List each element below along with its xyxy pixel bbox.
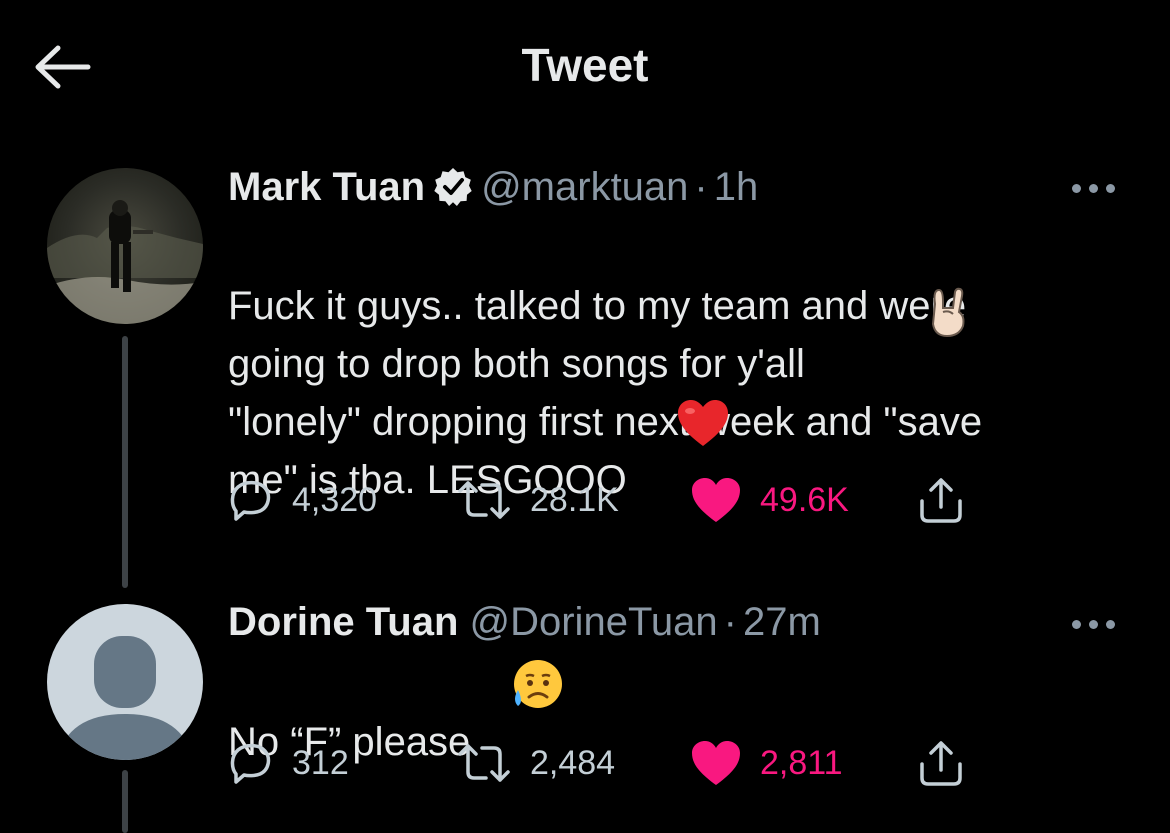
author-handle[interactable]: @marktuan	[481, 165, 688, 209]
author-handle[interactable]: @DorineTuan	[470, 600, 718, 644]
author-name[interactable]: Dorine Tuan	[228, 600, 458, 644]
retweet-icon	[458, 481, 510, 519]
tweet-timestamp[interactable]: 27m	[743, 600, 821, 644]
retweet-count: 28.1K	[530, 480, 619, 519]
more-dots-icon	[1072, 620, 1081, 629]
profile-photo	[47, 200, 203, 324]
tweet-header: Mark Tuan @marktuan · 1h	[228, 163, 758, 211]
more-options-button[interactable]	[1070, 178, 1118, 198]
retweet-button[interactable]: 28.1K	[456, 475, 619, 525]
default-profile-icon	[57, 636, 193, 760]
more-dot	[1106, 620, 1115, 629]
reply-button[interactable]: 4,320	[228, 475, 377, 525]
more-dots-icon	[1072, 184, 1081, 193]
reply-icon	[230, 743, 271, 784]
tweet-header: Dorine Tuan @DorineTuan · 27m	[228, 598, 821, 646]
reply-icon	[230, 480, 271, 521]
retweet-count: 2,484	[530, 743, 616, 782]
separator-dot: ·	[694, 165, 708, 209]
reply-count: 4,320	[292, 480, 378, 519]
verified-badge-icon	[434, 168, 472, 206]
like-button[interactable]: 49.6K	[690, 475, 849, 525]
retweet-button[interactable]: 2,484	[456, 738, 615, 788]
more-dot	[1106, 184, 1115, 193]
red-heart-emoji	[678, 400, 728, 446]
avatar[interactable]	[47, 168, 203, 324]
reply-button[interactable]: 312	[228, 738, 349, 788]
rock-on-hand-emoji	[931, 287, 965, 338]
tweet-body: Fuck it guys.. talked to my team and wer…	[228, 219, 1138, 509]
like-count: 49.6K	[760, 480, 849, 519]
tweet-timestamp[interactable]: 1h	[714, 165, 759, 209]
like-count: 2,811	[760, 743, 843, 782]
reply-count: 312	[292, 743, 349, 782]
author-name[interactable]: Mark Tuan	[228, 165, 425, 209]
retweet-icon	[458, 744, 510, 782]
more-options-button[interactable]	[1070, 614, 1118, 634]
page-title: Tweet	[521, 39, 649, 91]
thread-connector-line	[122, 336, 128, 588]
share-button[interactable]	[916, 475, 966, 525]
separator-dot: ·	[723, 600, 737, 644]
heart-filled-icon	[692, 478, 740, 522]
share-icon	[920, 478, 962, 523]
more-dot	[1089, 184, 1098, 193]
more-dot	[1089, 620, 1098, 629]
tweet-actions: 312 2,484 2,811	[228, 738, 988, 788]
thread-connector-line	[122, 770, 128, 833]
sad-relieved-face-emoji	[514, 660, 562, 708]
share-button[interactable]	[916, 738, 966, 788]
avatar[interactable]	[47, 604, 203, 760]
like-button[interactable]: 2,811	[690, 738, 843, 788]
tweet-text: Fuck it guys.. talked to my team and wer…	[228, 284, 983, 502]
tweet-actions: 4,320 28.1K 49.6K	[228, 475, 988, 525]
share-icon	[920, 741, 962, 786]
top-bar: Tweet	[0, 0, 1170, 130]
heart-filled-icon	[692, 741, 740, 785]
